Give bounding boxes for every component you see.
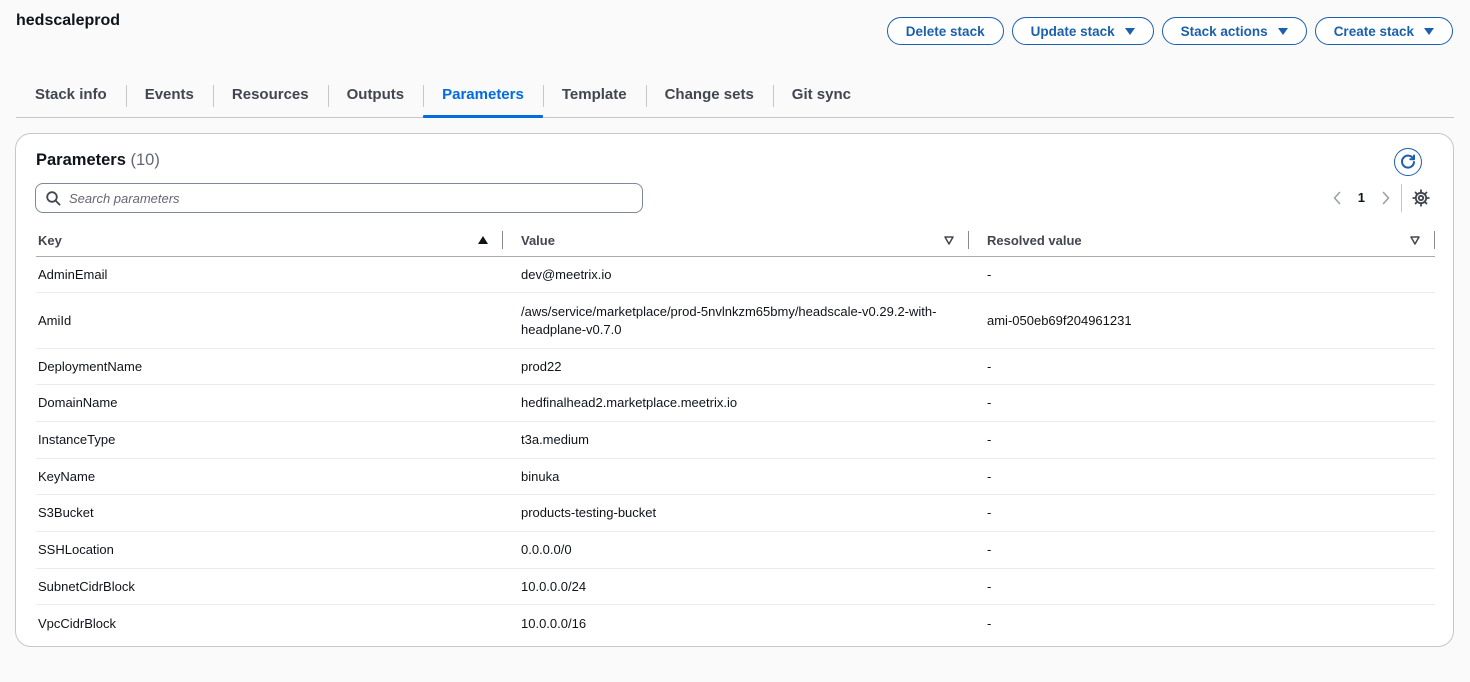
table-row: SSHLocation 0.0.0.0/0 -	[36, 532, 1435, 569]
caret-down-icon	[1424, 27, 1434, 35]
column-header-value[interactable]: Value	[521, 225, 555, 256]
refresh-button[interactable]	[1394, 148, 1422, 176]
delete-stack-button[interactable]: Delete stack	[886, 17, 1004, 45]
parameters-table: Key Value Resolved value AdminEmail dev@…	[36, 225, 1435, 642]
page-title: hedscaleprod	[16, 12, 121, 29]
parameter-key: DomainName	[38, 395, 118, 410]
chevron-left-icon[interactable]	[1332, 191, 1342, 205]
parameter-key: AmiId	[38, 312, 72, 328]
table-row: AdminEmail dev@meetrix.io -	[36, 257, 1435, 293]
tab-change-sets[interactable]: Change sets	[645, 80, 773, 117]
parameter-value: t3a.medium	[521, 432, 589, 447]
table-row: DomainName hedfinalhead2.marketplace.mee…	[36, 385, 1435, 422]
create-stack-button[interactable]: Create stack	[1314, 17, 1453, 45]
parameter-resolved-value: -	[987, 432, 992, 447]
update-stack-button[interactable]: Update stack	[1011, 17, 1154, 45]
parameter-resolved-value: -	[987, 615, 992, 631]
tab-parameters[interactable]: Parameters	[423, 80, 543, 118]
parameter-key: SubnetCidrBlock	[38, 578, 135, 594]
table-row: DeploymentName prod22 -	[36, 349, 1435, 385]
table-row: VpcCidrBlock 10.0.0.0/16 -	[36, 605, 1435, 642]
table-row: AmiId /aws/service/marketplace/prod-5nvl…	[36, 293, 1435, 349]
sort-ascending-icon[interactable]	[478, 236, 488, 244]
tab-events[interactable]: Events	[125, 80, 213, 117]
tab-resources[interactable]: Resources	[212, 80, 328, 117]
parameter-key: InstanceType	[38, 432, 116, 447]
column-divider	[1434, 231, 1435, 249]
stack-actions-button[interactable]: Stack actions	[1161, 17, 1307, 45]
stack-actions-label: Stack actions	[1180, 23, 1268, 39]
parameter-value: binuka	[521, 468, 560, 484]
parameter-resolved-value: -	[987, 395, 992, 410]
table-row: InstanceType t3a.medium -	[36, 422, 1435, 459]
pager-divider	[1401, 184, 1402, 212]
parameter-value: prod22	[521, 358, 562, 374]
create-stack-label: Create stack	[1333, 23, 1414, 39]
parameter-resolved-value: -	[987, 468, 992, 484]
parameter-value: 10.0.0.0/24	[521, 578, 587, 594]
table-row: S3Bucket products-testing-bucket -	[36, 495, 1435, 532]
column-divider	[968, 231, 969, 249]
refresh-icon	[1401, 154, 1415, 169]
caret-down-icon	[1124, 27, 1135, 35]
search-box	[35, 183, 643, 213]
parameter-resolved-value: -	[987, 578, 992, 594]
parameter-key: DeploymentName	[38, 358, 143, 374]
column-header-key[interactable]: Key	[38, 225, 62, 256]
search-icon	[46, 190, 61, 206]
sort-icon[interactable]	[1410, 236, 1420, 245]
chevron-right-icon[interactable]	[1381, 191, 1391, 205]
tab-outputs[interactable]: Outputs	[327, 80, 424, 117]
parameter-resolved-value: -	[987, 542, 992, 557]
tab-stack-info[interactable]: Stack info	[16, 80, 126, 117]
parameter-resolved-value: ami-050eb69f204961231	[987, 312, 1132, 328]
table-header: Key Value Resolved value	[36, 225, 1435, 257]
parameter-key: SSHLocation	[38, 542, 114, 557]
update-stack-label: Update stack	[1030, 23, 1115, 39]
table-row: SubnetCidrBlock 10.0.0.0/24 -	[36, 569, 1435, 605]
parameter-key: VpcCidrBlock	[38, 615, 117, 631]
panel-title: Parameters (10)	[36, 151, 160, 170]
parameter-count: (10)	[130, 151, 160, 169]
parameter-value: 0.0.0.0/0	[521, 542, 572, 557]
column-divider	[502, 231, 503, 249]
parameter-value: hedfinalhead2.marketplace.meetrix.io	[521, 395, 738, 410]
settings-gear-icon[interactable]	[1411, 188, 1431, 208]
panel-title-text: Parameters	[36, 151, 126, 169]
parameter-key: AdminEmail	[38, 266, 108, 282]
parameter-value: products-testing-bucket	[521, 505, 657, 520]
table-row: KeyName binuka -	[36, 459, 1435, 495]
tab-template[interactable]: Template	[542, 80, 646, 117]
sort-icon[interactable]	[944, 236, 954, 245]
column-header-resolved-value[interactable]: Resolved value	[987, 225, 1082, 256]
parameter-resolved-value: -	[987, 505, 992, 520]
parameter-value: /aws/service/marketplace/prod-5nvlnkzm65…	[521, 303, 937, 337]
parameter-key: KeyName	[38, 468, 96, 484]
stack-tabs: Stack info Events Resources Outputs Para…	[16, 80, 1454, 118]
caret-down-icon	[1277, 27, 1288, 35]
parameter-resolved-value: -	[987, 358, 992, 374]
parameter-value: dev@meetrix.io	[521, 266, 612, 282]
header-actions: Delete stack Update stack Stack actions …	[886, 17, 1453, 45]
tab-git-sync[interactable]: Git sync	[772, 80, 870, 117]
parameter-resolved-value: -	[987, 266, 992, 282]
delete-stack-label: Delete stack	[905, 23, 985, 39]
parameter-value: 10.0.0.0/16	[521, 615, 587, 631]
search-input[interactable]	[69, 190, 629, 206]
page-number[interactable]: 1	[1358, 190, 1365, 205]
parameters-panel: Parameters (10) 1	[15, 133, 1454, 647]
parameter-key: S3Bucket	[38, 505, 94, 520]
pagination: 1	[1332, 190, 1391, 205]
